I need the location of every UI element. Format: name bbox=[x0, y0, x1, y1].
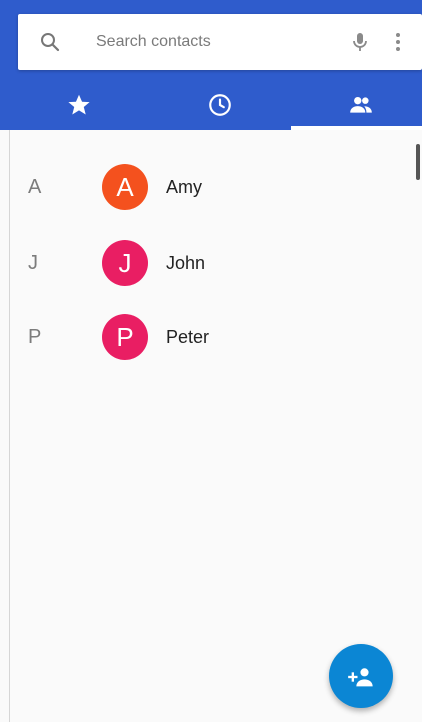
tab-contacts[interactable] bbox=[291, 80, 422, 130]
tab-bar bbox=[0, 80, 422, 130]
selected-tab-indicator bbox=[291, 126, 422, 130]
avatar: J bbox=[102, 240, 148, 286]
contact-row-amy[interactable]: A A Amy bbox=[0, 149, 422, 225]
people-icon bbox=[350, 96, 372, 113]
mic-icon[interactable] bbox=[348, 30, 372, 54]
star-icon bbox=[68, 94, 90, 115]
tab-recents[interactable] bbox=[150, 80, 290, 130]
contact-name: Amy bbox=[166, 177, 202, 197]
section-letter: J bbox=[28, 252, 38, 274]
more-options-icon[interactable] bbox=[386, 30, 410, 54]
contact-name: John bbox=[166, 253, 206, 273]
add-person-icon bbox=[348, 668, 373, 687]
section-letter: P bbox=[28, 326, 42, 348]
tab-favorites[interactable] bbox=[9, 80, 149, 130]
avatar: A bbox=[102, 164, 148, 210]
contact-name: Peter bbox=[166, 327, 210, 347]
avatar: P bbox=[102, 314, 148, 360]
section-letter: A bbox=[28, 176, 42, 198]
app-header: Search contacts bbox=[0, 0, 422, 130]
search-icon[interactable] bbox=[38, 30, 62, 54]
search-input[interactable]: Search contacts bbox=[96, 32, 211, 52]
search-bar[interactable]: Search contacts bbox=[18, 14, 422, 70]
contacts-app: Search contacts A A Amy J J John P P Pet… bbox=[0, 0, 422, 722]
contact-row-john[interactable]: J J John bbox=[0, 225, 422, 301]
clock-icon bbox=[209, 94, 231, 116]
contact-row-peter[interactable]: P P Peter bbox=[0, 299, 422, 375]
add-contact-button[interactable] bbox=[329, 644, 393, 708]
